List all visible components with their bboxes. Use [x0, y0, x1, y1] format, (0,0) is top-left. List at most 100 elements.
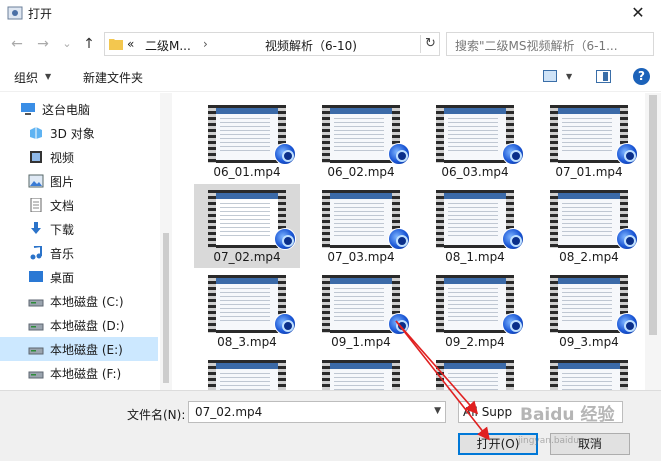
file-tile[interactable]: 09_1.mp4	[308, 269, 414, 353]
sidebar-item-label: 本地磁盘 (F:)	[50, 367, 122, 381]
sidebar-item-label: 本地磁盘 (C:)	[50, 295, 124, 309]
file-tile[interactable]	[194, 354, 300, 390]
filename-dropdown-icon[interactable]: ▼	[434, 406, 441, 416]
up-folder-button[interactable]: ↑	[80, 35, 98, 53]
media-player-icon	[274, 228, 296, 250]
organize-dropdown-icon[interactable]: ▼	[45, 72, 51, 81]
sidebar-item-label: 3D 对象	[50, 127, 95, 141]
media-player-icon	[616, 143, 638, 165]
app-icon	[7, 6, 23, 20]
organize-menu[interactable]: 组织	[14, 69, 38, 86]
sidebar-item-label: 本地磁盘 (D:)	[50, 319, 125, 333]
file-name: 08_1.mp4	[445, 250, 505, 264]
window-title: 打开	[28, 7, 53, 21]
media-player-icon	[388, 228, 410, 250]
media-player-icon	[388, 143, 410, 165]
address-bar[interactable]: « 二级M... › 视频解析（6-10) ⌄ ↻	[104, 32, 511, 56]
file-tile[interactable]: 06_01.mp4	[194, 99, 300, 183]
breadcrumb-parent[interactable]: 二级M...	[145, 37, 191, 54]
filename-combobox[interactable]: ▼	[188, 401, 446, 423]
sidebar-item[interactable]: 视频	[0, 145, 158, 169]
file-name: 09_3.mp4	[559, 335, 619, 349]
sidebar-scrollbar[interactable]	[160, 93, 172, 390]
file-tile[interactable]	[536, 354, 642, 390]
close-button[interactable]: ✕	[623, 2, 653, 26]
file-grid-scrollbar[interactable]	[645, 93, 661, 390]
sidebar-item-label: 本地磁盘 (E:)	[50, 343, 123, 357]
file-tile[interactable]: 08_2.mp4	[536, 184, 642, 268]
sidebar-item-label: 图片	[50, 175, 75, 189]
media-player-icon	[502, 143, 524, 165]
file-name: 06_03.mp4	[441, 165, 509, 179]
command-toolbar: 组织 ▼ 新建文件夹 ▼ ?	[0, 62, 661, 92]
sidebar-item-label: 音乐	[50, 247, 75, 261]
sidebar-item-label: 这台电脑	[42, 103, 91, 117]
back-button[interactable]: ←	[8, 35, 26, 53]
sidebar-item[interactable]: 本地磁盘 (D:)	[0, 313, 158, 337]
file-name: 07_02.mp4	[213, 250, 281, 264]
breadcrumb-current[interactable]: 视频解析（6-10)	[265, 37, 357, 54]
search-box[interactable]: 搜索"二级MS视频解析（6-1...	[446, 32, 654, 56]
search-placeholder: 搜索"二级MS视频解析（6-1...	[455, 39, 618, 53]
sidebar-item[interactable]: 下载	[0, 217, 158, 241]
file-name: 09_1.mp4	[331, 335, 391, 349]
sidebar-item[interactable]: 本地磁盘 (F:)	[0, 361, 158, 385]
video-thumbnail	[208, 360, 286, 390]
file-tile[interactable]	[308, 354, 414, 390]
file-type-filter-text: All Supp	[463, 405, 513, 419]
sidebar-item-label: 文档	[50, 199, 75, 213]
file-name: 07_03.mp4	[327, 250, 395, 264]
sidebar-item[interactable]: 3D 对象	[0, 121, 158, 145]
folder-icon	[109, 39, 123, 50]
file-name: 06_02.mp4	[327, 165, 395, 179]
media-player-icon	[616, 228, 638, 250]
file-name: 07_01.mp4	[555, 165, 623, 179]
breadcrumb-separator[interactable]: ›	[203, 37, 208, 51]
title-bar: 打开 ✕	[0, 0, 661, 28]
breadcrumb-overflow[interactable]: «	[127, 37, 134, 51]
watermark-logo: Baidu 经验	[520, 405, 615, 425]
navigation-bar: ← → ⌄ ↑ « 二级M... › 视频解析（6-10) ⌄ ↻ 搜索"二级M…	[0, 28, 661, 60]
file-tile[interactable]: 07_01.mp4	[536, 99, 642, 183]
file-grid: 06_01.mp4 06_02.mp4 06_03.mp4 07_01.mp4 07_0…	[172, 93, 661, 390]
file-tile[interactable]	[422, 354, 528, 390]
file-tile[interactable]: 08_3.mp4	[194, 269, 300, 353]
sidebar-item[interactable]: 这台电脑	[0, 97, 158, 121]
watermark-url: jingyan.baidu.com	[518, 436, 602, 446]
sidebar-item[interactable]: 桌面	[0, 265, 158, 289]
file-name: 08_2.mp4	[559, 250, 619, 264]
file-name: 09_2.mp4	[445, 335, 505, 349]
sidebar-item-label: 视频	[50, 151, 75, 165]
media-player-icon	[388, 313, 410, 335]
filename-label: 文件名(N):	[127, 408, 186, 422]
sidebar-item[interactable]: 音乐	[0, 241, 158, 265]
refresh-button[interactable]: ↻	[420, 35, 440, 53]
view-mode-icon[interactable]	[543, 70, 557, 82]
file-tile[interactable]: 08_1.mp4	[422, 184, 528, 268]
sidebar-item[interactable]: 文档	[0, 193, 158, 217]
file-tile[interactable]: 09_3.mp4	[536, 269, 642, 353]
file-tile[interactable]: 09_2.mp4	[422, 269, 528, 353]
file-tile[interactable]: 06_02.mp4	[308, 99, 414, 183]
recent-locations-button[interactable]: ⌄	[58, 35, 76, 53]
sidebar-item[interactable]: 本地磁盘 (C:)	[0, 289, 158, 313]
file-tile[interactable]: 06_03.mp4	[422, 99, 528, 183]
media-player-icon	[274, 143, 296, 165]
forward-button[interactable]: →	[34, 35, 52, 53]
file-tile[interactable]: 07_02.mp4	[194, 184, 300, 268]
navigation-pane: 这台电脑 3D 对象视频图片文档下载音乐桌面本地磁盘 (C:) 本地磁盘 (D:) 本…	[0, 93, 172, 390]
media-player-icon	[502, 228, 524, 250]
media-player-icon	[502, 313, 524, 335]
new-folder-button[interactable]: 新建文件夹	[83, 69, 143, 86]
file-name: 08_3.mp4	[217, 335, 277, 349]
help-icon[interactable]: ?	[633, 68, 650, 85]
file-tile[interactable]: 07_03.mp4	[308, 184, 414, 268]
filename-input[interactable]	[189, 402, 425, 422]
preview-pane-icon[interactable]	[596, 70, 611, 83]
view-dropdown-icon[interactable]: ▼	[566, 72, 572, 81]
sidebar-item[interactable]: 本地磁盘 (E:)	[0, 337, 158, 361]
file-name: 06_01.mp4	[213, 165, 281, 179]
sidebar-item[interactable]: 图片	[0, 169, 158, 193]
sidebar-item-label: 下载	[50, 223, 75, 237]
video-thumbnail	[322, 360, 400, 390]
